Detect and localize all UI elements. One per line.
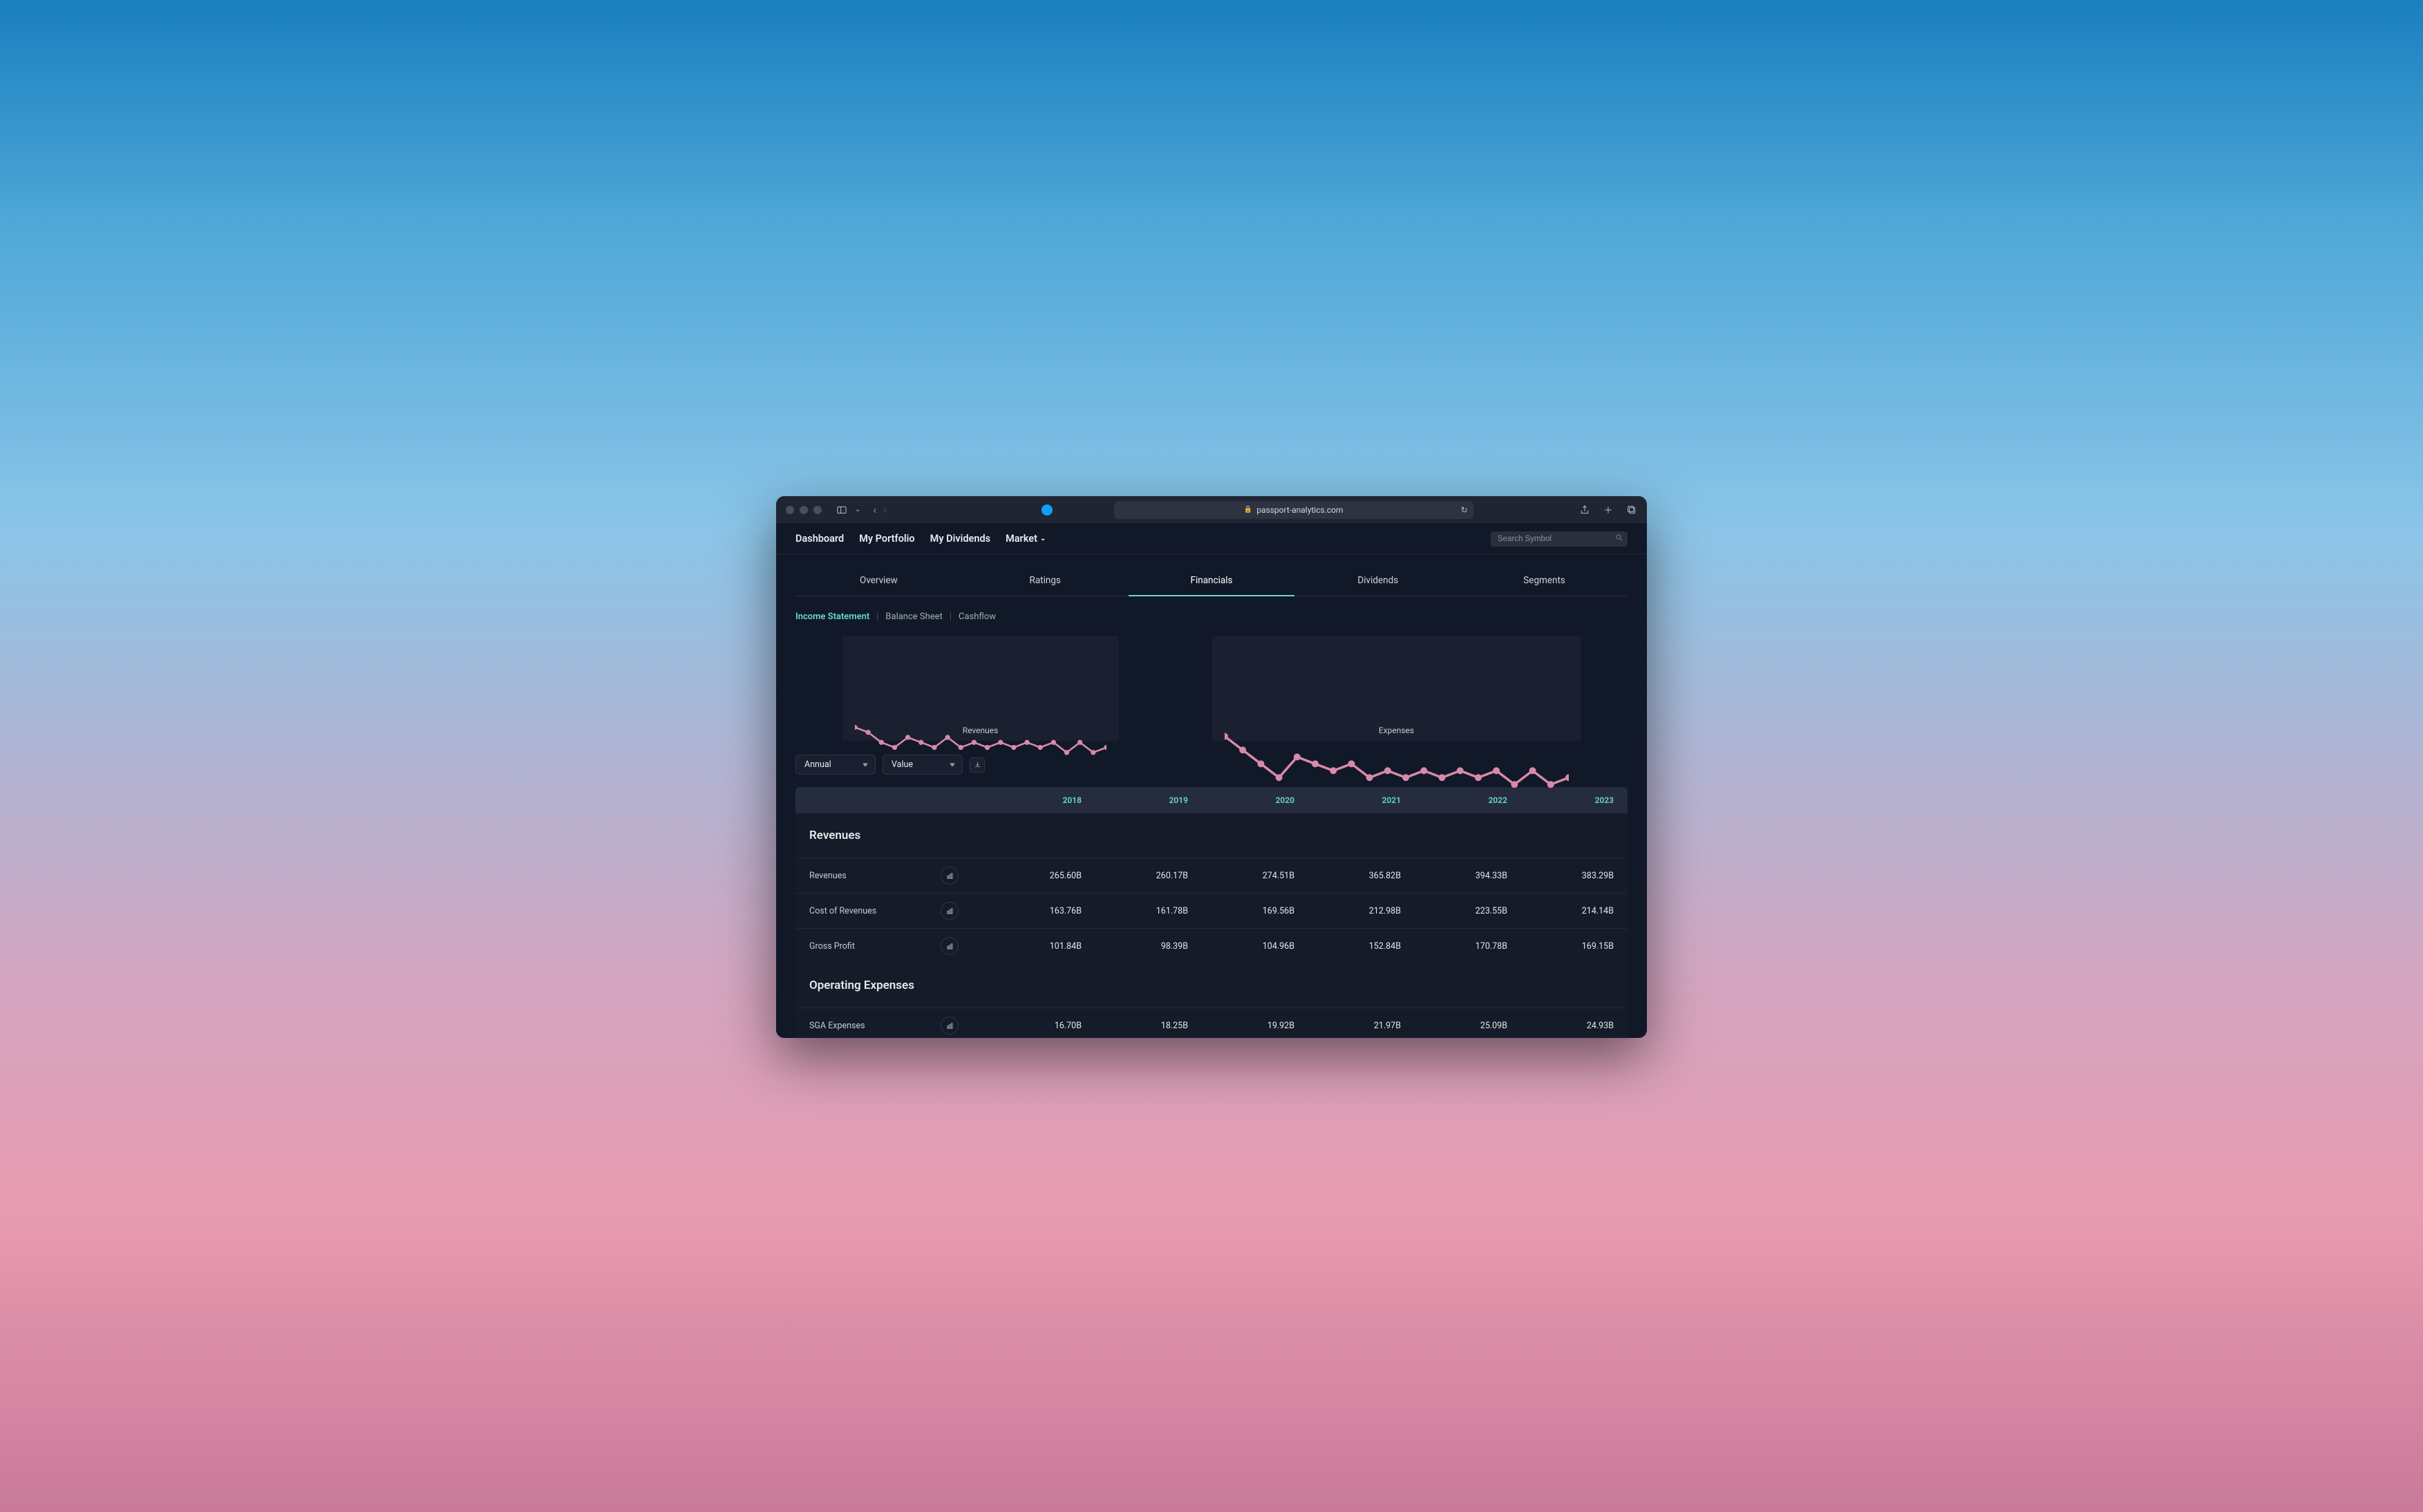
row-chart-button[interactable] [941,902,959,920]
tab-segments[interactable]: Segments [1461,565,1628,596]
cell-value: 101.84B [975,941,1082,952]
row-chart-button[interactable] [941,867,959,885]
page-content[interactable]: Dashboard My Portfolio My Dividends Market⌄… [776,524,1647,1038]
expenses-chart-card[interactable]: Expenses [1212,636,1581,741]
chevron-down-icon: ⌄ [1040,535,1046,542]
cell-value: 260.17B [1082,871,1188,881]
cell-value: 214.14B [1507,906,1614,916]
table-row: Cost of Revenues 163.76B161.78B169.56B212… [795,893,1628,928]
tab-dividends[interactable]: Dividends [1294,565,1461,596]
row-label: Cost of Revenues [809,906,941,916]
cell-value: 383.29B [1507,871,1614,881]
year-header-2021[interactable]: 2021 [1294,795,1401,805]
tab-financials[interactable]: Financials [1129,565,1295,596]
cell-value: 24.93B [1507,1021,1614,1031]
nav-arrows: ‹ › [873,503,887,516]
cell-value: 170.78B [1401,941,1507,952]
lock-icon: 🔒 [1244,506,1252,513]
revenues-chart-card[interactable]: Revenues [842,636,1119,741]
back-button[interactable]: ‹ [873,503,876,516]
cell-value: 394.33B [1401,871,1507,881]
tabs-overview-button[interactable] [1626,504,1637,516]
mode-select[interactable]: Value [883,755,963,775]
cell-value: 21.97B [1294,1021,1401,1031]
top-navigation: Dashboard My Portfolio My Dividends Market⌄ [776,524,1647,554]
traffic-lights [786,506,822,514]
section-header: Revenues [795,813,1628,858]
cell-value: 169.56B [1188,906,1294,916]
cell-value: 16.70B [975,1021,1082,1031]
search-input[interactable] [1491,531,1628,547]
titlebar-right-controls [1579,504,1637,516]
cell-value: 104.96B [1188,941,1294,952]
sidebar-toggle-button[interactable] [834,504,849,516]
url-text: passport-analytics.com [1256,505,1343,515]
table-row: SGA Expenses 16.70B18.25B19.92B21.97B25.0… [795,1008,1628,1038]
cell-value: 152.84B [1294,941,1401,952]
close-window-button[interactable] [786,506,794,514]
row-chart-button[interactable] [941,1017,959,1034]
chart-label-revenues: Revenues [855,726,1106,735]
table-controls: Annual Value [776,741,1647,775]
refresh-button[interactable]: ↻ [1461,505,1468,515]
cell-value: 223.55B [1401,906,1507,916]
browser-titlebar: ⌄ ‹ › 🔒 passport-analytics.com ↻ [776,496,1647,524]
nav-item-dashboard[interactable]: Dashboard [795,533,844,545]
nav-item-market[interactable]: Market⌄ [1006,533,1046,545]
chart-label-expenses: Expenses [1225,726,1569,735]
search-icon[interactable] [1615,533,1623,544]
subnav-balance-sheet[interactable]: Balance Sheet [885,612,942,622]
address-bar[interactable]: 🔒 passport-analytics.com ↻ [1114,501,1473,519]
cell-value: 19.92B [1188,1021,1294,1031]
row-chart-button[interactable] [941,937,959,955]
subnav-income-statement[interactable]: Income Statement [795,612,869,622]
privacy-shield-icon[interactable] [1041,504,1053,516]
year-header-2022[interactable]: 2022 [1401,795,1507,805]
maximize-window-button[interactable] [813,506,822,514]
cell-value: 265.60B [975,871,1082,881]
new-tab-button[interactable] [1603,504,1614,516]
download-button[interactable] [970,757,985,773]
cell-value: 98.39B [1082,941,1188,952]
chart-row: Revenues Expenses [776,622,1647,741]
tab-overview[interactable]: Overview [795,565,962,596]
year-header-2020[interactable]: 2020 [1188,795,1294,805]
browser-window: ⌄ ‹ › 🔒 passport-analytics.com ↻ Dashb [776,496,1647,1038]
chevron-down-icon[interactable]: ⌄ [855,506,860,513]
divider: | [876,612,878,622]
year-header-2023[interactable]: 2023 [1507,795,1614,805]
row-label: Gross Profit [809,941,941,952]
divider: | [950,612,952,622]
period-select[interactable]: Annual [795,755,876,775]
row-label: SGA Expenses [809,1021,941,1031]
minimize-window-button[interactable] [800,506,808,514]
forward-button[interactable]: › [883,503,887,516]
cell-value: 365.82B [1294,871,1401,881]
financials-table: 201820192020202120222023 RevenuesRevenue… [795,787,1628,1038]
symbol-search [1491,531,1628,547]
table-row: Gross Profit101.84B98.39B104.96B152.84B1… [795,928,1628,963]
cell-value: 163.76B [975,906,1082,916]
share-button[interactable] [1579,504,1590,516]
nav-item-my-dividends[interactable]: My Dividends [930,533,990,545]
tab-ratings[interactable]: Ratings [962,565,1129,596]
year-header-2019[interactable]: 2019 [1082,795,1188,805]
detail-tabs: OverviewRatingsFinancialsDividendsSegmen… [795,565,1628,596]
row-label: Revenues [809,871,941,881]
table-header-row: 201820192020202120222023 [795,787,1628,813]
cell-value: 169.15B [1507,941,1614,952]
year-header-2018[interactable]: 2018 [975,795,1082,805]
nav-item-my-portfolio[interactable]: My Portfolio [859,533,914,545]
cell-value: 161.78B [1082,906,1188,916]
subnav-cashflow[interactable]: Cashflow [959,612,996,622]
table-row: Revenues 265.60B260.17B274.51B365.82B394.… [795,858,1628,893]
cell-value: 25.09B [1401,1021,1507,1031]
cell-value: 212.98B [1294,906,1401,916]
financials-subnav: Income Statement | Balance Sheet | Cashflow [776,596,1647,622]
cell-value: 274.51B [1188,871,1294,881]
section-header: Operating Expenses [795,963,1628,1008]
cell-value: 18.25B [1082,1021,1188,1031]
